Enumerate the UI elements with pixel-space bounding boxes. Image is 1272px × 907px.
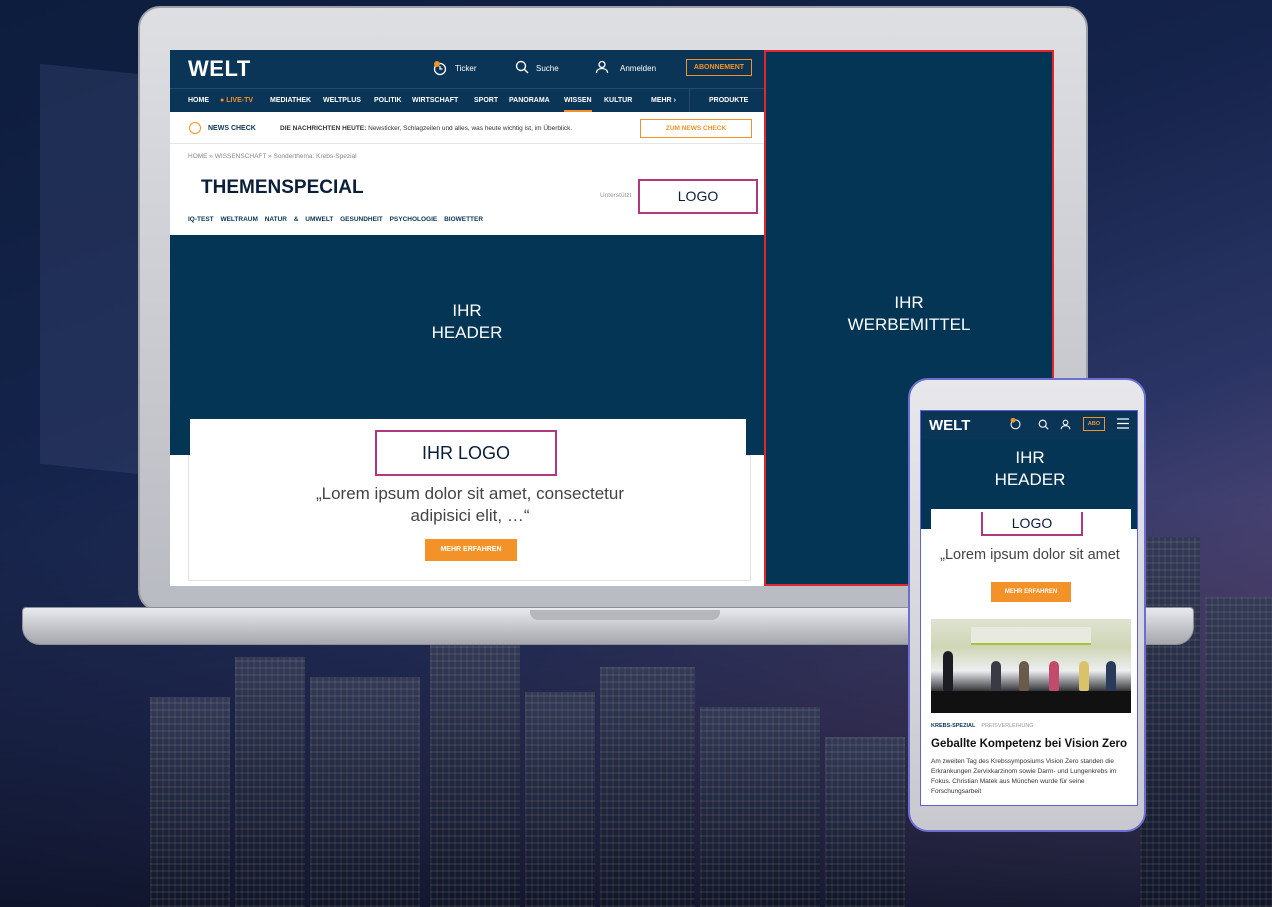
nav-kultur[interactable]: KULTUR [604,97,632,104]
page-title: THEMENSPECIAL [201,177,364,198]
phone-screen: WELT ABO IHR HEADER LOGO „Lorem ipsum dol… [920,410,1138,806]
search-icon[interactable] [515,60,529,76]
subnav-weltraum[interactable]: WELTRAUM [220,216,257,223]
news-check-label: NEWS CHECK [208,125,256,132]
login-link[interactable]: Anmelden [620,64,656,73]
ticker-icon[interactable] [432,60,448,78]
subnav-natur-umwelt[interactable]: NATUR & UMWELT [265,216,334,223]
search-link[interactable]: Suche [536,64,559,73]
phone-logo-box: LOGO [981,512,1083,536]
phone-abo-button[interactable]: ABO [1083,417,1105,431]
ticker-link[interactable]: Ticker [455,64,476,73]
nav-politik[interactable]: POLITIK [374,97,402,104]
subnav-gesundheit[interactable]: GESUNDHEIT [340,216,383,223]
main-nav: HOME ● LIVE-TV MEDIATHEK WELTPLUS POLITI… [170,88,764,113]
subnav-iq-test[interactable]: IQ-TEST [188,216,214,223]
subnav-biowetter[interactable]: BIOWETTER [444,216,483,223]
phone-article-headline[interactable]: Geballte Kompetenz bei Vision Zero [931,738,1136,750]
advertiser-logo-box: IHR LOGO [375,430,557,476]
phone-search-icon[interactable] [1038,419,1049,433]
nav-weltplus[interactable]: WELTPLUS [323,97,361,104]
phone-mehr-erfahren-button[interactable]: MEHR ERFAHREN [991,582,1071,602]
ad-placeholder-text: IHR WERBEMITTEL [847,293,971,334]
sponsor-logo-box: LOGO [638,179,758,214]
phone-teaser-quote: „Lorem ipsum dolor sit amet [940,547,1120,563]
event-photo[interactable] [931,619,1131,713]
nav-mediathek[interactable]: MEDIATHEK [270,97,311,104]
phone-topbar: WELT ABO [921,411,1137,439]
phone-ticker-icon[interactable] [1009,417,1022,433]
phone-frame: WELT ABO IHR HEADER LOGO „Lorem ipsum dol… [908,378,1146,832]
nav-home[interactable]: HOME [188,97,209,104]
nav-live-tv[interactable]: ● LIVE-TV [220,97,253,104]
nav-wissen[interactable]: WISSEN [564,97,592,112]
nav-panorama[interactable]: PANORAMA [509,97,550,104]
sub-nav: IQ-TEST WELTRAUM NATUR & UMWELT GESUNDHE… [188,216,483,223]
support-label: Unterstützt [600,192,632,199]
phone-header-text: IHR HEADER [994,448,1066,489]
nav-wirtschaft[interactable]: WIRTSCHAFT [412,97,458,104]
clock-icon [189,122,201,134]
nav-mehr[interactable]: MEHR › [651,97,676,104]
news-check-text: DIE NACHRICHTEN HEUTE: Newsticker, Schla… [280,125,573,132]
teaser-quote: „Lorem ipsum dolor sit amet, consectetur… [315,484,624,525]
laptop-notch [530,610,720,620]
phone-article-body: Am zweiten Tag des Krebssymposiums Visio… [931,758,1117,795]
subnav-psychologie[interactable]: PSYCHOLOGIE [390,216,438,223]
nav-divider [689,89,690,113]
mehr-erfahren-button[interactable]: MEHR ERFAHREN [425,539,517,561]
abonnement-button[interactable]: ABONNEMENT [686,59,752,76]
site-topbar: WELT Ticker Suche Anmelden ABONNEMENT [170,50,764,88]
phone-welt-logo[interactable]: WELT [929,417,970,434]
welt-logo[interactable]: WELT [188,56,251,82]
breadcrumb[interactable]: HOME » WISSENSCHAFT » Sonderthema: Krebs… [188,153,357,160]
user-icon[interactable] [595,60,609,76]
nav-sport[interactable]: SPORT [474,97,498,104]
menu-icon[interactable] [1117,418,1129,432]
nav-produkte[interactable]: PRODUKTE [709,97,748,104]
phone-user-icon[interactable] [1060,419,1071,433]
news-check-bar: NEWS CHECK DIE NACHRICHTEN HEUTE: Newsti… [170,112,764,144]
header-placeholder-text: IHR HEADER [431,301,503,342]
phone-article-tags: KREBS-SPEZIAL PREISVERLEIHUNG [931,723,1034,729]
news-check-button[interactable]: ZUM NEWS CHECK [640,119,752,138]
